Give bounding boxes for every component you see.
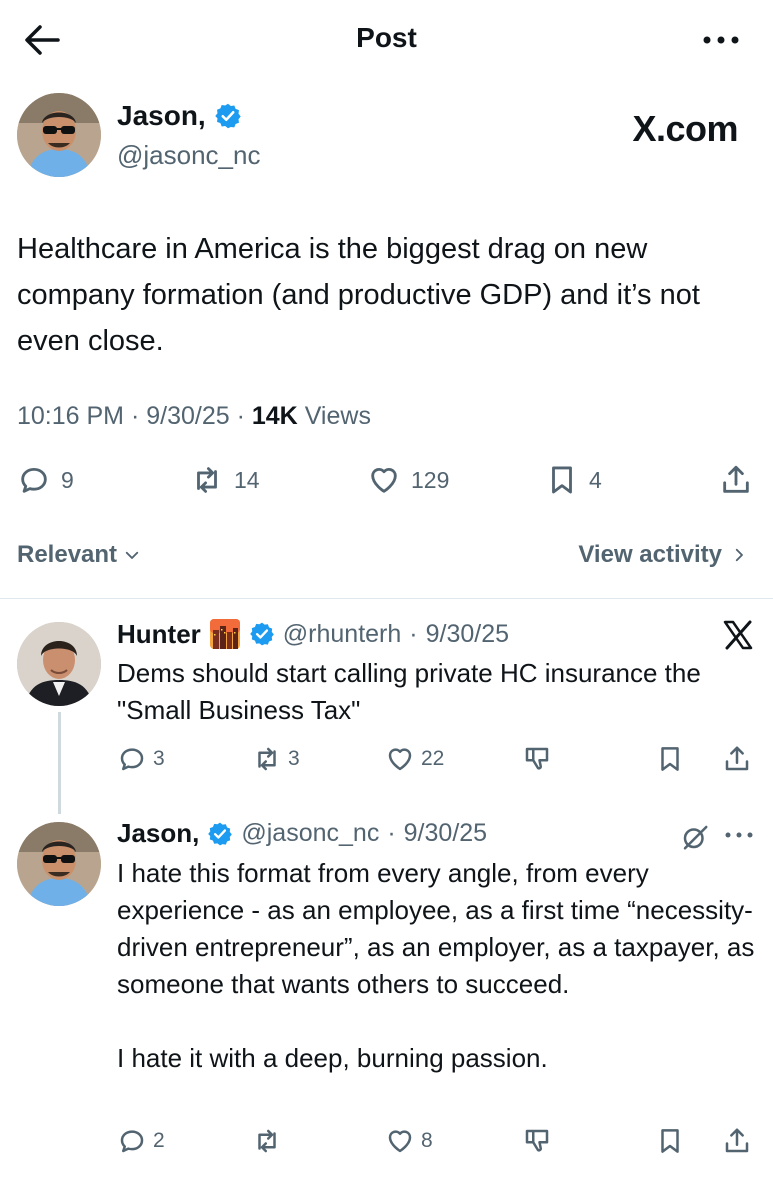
like-button[interactable]: 22 — [385, 744, 444, 774]
author-avatar[interactable] — [17, 93, 101, 177]
thread-connector-line — [58, 712, 61, 814]
heart-icon — [371, 468, 397, 493]
x-com-watermark: X.com — [632, 108, 738, 149]
reply-count: 9 — [61, 466, 74, 493]
downvote-icon — [525, 1129, 549, 1152]
grok-icon[interactable] — [680, 822, 710, 852]
post-date[interactable]: 9/30/25 — [146, 402, 229, 430]
bookmark-button[interactable] — [655, 744, 685, 774]
post-meta: 10:16 PM · 9/30/25 · 14K Views — [17, 402, 371, 430]
bookmark-button[interactable] — [655, 1126, 685, 1156]
reply-text: I hate this format from every angle, fro… — [117, 858, 755, 1073]
relevant-sort-dropdown[interactable]: Relevant — [17, 541, 141, 569]
share-button[interactable] — [722, 1126, 752, 1156]
reply-date[interactable]: 9/30/25 — [404, 819, 487, 848]
like-button[interactable]: 8 — [385, 1126, 433, 1156]
repost-count: 3 — [288, 747, 300, 770]
reply-date[interactable]: 9/30/25 — [426, 620, 509, 649]
verified-badge-icon — [249, 621, 275, 647]
like-count: 8 — [421, 1129, 433, 1152]
like-button[interactable]: 129 — [367, 463, 449, 497]
reply-more-options-icon[interactable] — [722, 828, 756, 842]
views-count: 14K — [251, 402, 298, 430]
reply-author-handle[interactable]: @rhunterh — [283, 620, 402, 649]
like-count: 22 — [421, 747, 445, 770]
reply-button[interactable]: 3 — [117, 744, 165, 774]
relevant-label: Relevant — [17, 541, 118, 568]
bookmark-button[interactable]: 4 — [545, 463, 602, 497]
author-name-row: Jason, — [117, 100, 242, 132]
more-options-icon[interactable] — [699, 26, 743, 54]
share-icon — [725, 1128, 749, 1153]
chevron-down-icon — [125, 551, 139, 559]
share-button[interactable] — [722, 744, 752, 774]
reply-author-name[interactable]: Jason, — [117, 818, 199, 849]
city-emoji-icon — [209, 618, 241, 650]
reply-author-name[interactable]: Hunter — [117, 619, 201, 650]
repost-icon — [258, 747, 276, 771]
chevron-right-icon — [735, 548, 743, 562]
bookmark-icon — [552, 466, 572, 494]
reply-count: 3 — [153, 747, 165, 770]
reply-avatar[interactable] — [17, 822, 101, 906]
repost-button[interactable]: 14 — [190, 463, 260, 497]
bookmark-icon — [661, 747, 679, 771]
repost-icon — [258, 1129, 276, 1153]
reply-header: Hunter @rhunterh · 9/30/25 — [117, 618, 509, 650]
repost-button[interactable]: 3 — [252, 744, 300, 774]
post-text: Healthcare in America is the biggest dra… — [17, 233, 708, 357]
repost-icon — [197, 467, 217, 493]
x-logo-icon — [722, 620, 754, 650]
reply-count: 2 — [153, 1129, 165, 1152]
author-name[interactable]: Jason, — [117, 100, 206, 132]
reply-icon — [120, 748, 144, 771]
like-count: 129 — [411, 466, 450, 493]
dot-separator: · — [409, 619, 418, 648]
view-activity-link[interactable]: View activity — [578, 541, 748, 569]
views-label: Views — [304, 402, 371, 430]
verified-badge-icon — [214, 102, 242, 130]
downvote-icon — [525, 747, 549, 770]
share-button[interactable] — [719, 463, 753, 497]
top-bar: Post — [0, 0, 773, 80]
heart-icon — [388, 748, 412, 771]
share-icon — [723, 465, 749, 493]
reply-author-handle[interactable]: @jasonc_nc — [241, 819, 379, 848]
reply-avatar[interactable] — [17, 622, 101, 706]
dot-separator: · — [387, 819, 396, 847]
repost-count: 14 — [234, 466, 260, 493]
dislike-button[interactable] — [522, 744, 552, 774]
author-handle[interactable]: @jasonc_nc — [117, 140, 260, 171]
reply-text: Dems should start calling private HC ins… — [117, 658, 709, 725]
bookmark-icon — [661, 1129, 679, 1153]
post-time[interactable]: 10:16 PM — [17, 402, 124, 430]
reply-icon — [21, 467, 47, 493]
view-activity-label: View activity — [578, 541, 722, 568]
reply-button[interactable]: 2 — [117, 1126, 165, 1156]
share-icon — [725, 746, 749, 771]
reply-button[interactable]: 9 — [17, 463, 74, 497]
repost-button[interactable] — [252, 1126, 288, 1156]
page-title: Post — [356, 22, 417, 53]
reply-header: Jason, @jasonc_nc · 9/30/25 — [117, 818, 487, 849]
reply-icon — [120, 1130, 144, 1153]
heart-icon — [388, 1130, 412, 1153]
section-divider — [0, 598, 773, 599]
dislike-button[interactable] — [522, 1126, 552, 1156]
bookmark-count: 4 — [589, 466, 602, 493]
verified-badge-icon — [207, 821, 233, 847]
